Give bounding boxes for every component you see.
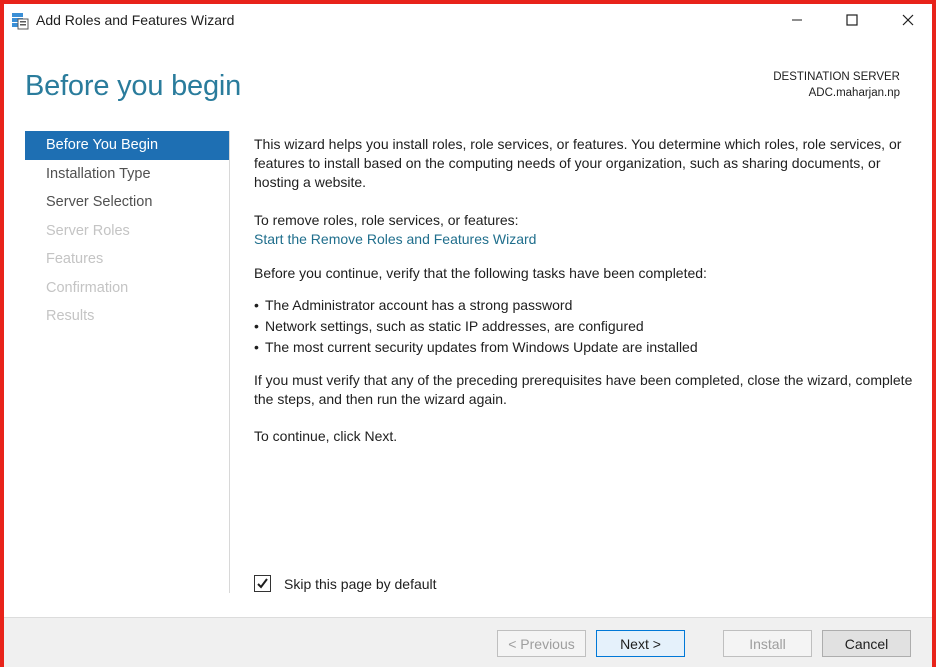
wizard-steps-nav: Before You Begin Installation Type Serve… [25, 131, 229, 331]
destination-server-name: ADC.maharjan.np [808, 87, 900, 99]
list-item: • The Administrator account has a strong… [254, 296, 914, 315]
maximize-button[interactable] [829, 4, 875, 36]
bullet-icon: • [254, 318, 259, 334]
nav-divider [229, 131, 230, 593]
minimize-icon [792, 19, 802, 21]
nav-step-server-selection[interactable]: Server Selection [25, 188, 229, 217]
remove-label: To remove roles, role services, or featu… [254, 212, 519, 228]
bullet-text: Network settings, such as static IP addr… [265, 318, 644, 334]
list-item: • The most current security updates from… [254, 338, 914, 357]
nav-step-server-roles: Server Roles [46, 222, 130, 239]
skip-page-label: Skip this page by default [284, 575, 437, 592]
remove-roles-wizard-link[interactable]: Start the Remove Roles and Features Wiza… [254, 230, 914, 249]
wizard-header: Before you begin DESTINATION SERVER ADC.… [4, 38, 932, 124]
verify-intro: Before you continue, verify that the fol… [254, 265, 707, 281]
list-item: • Network settings, such as static IP ad… [254, 317, 914, 336]
nav-step-confirmation: Confirmation [46, 279, 129, 296]
title-bar[interactable]: Add Roles and Features Wizard [4, 4, 932, 38]
wizard-window: Add Roles and Features Wizard Before you… [0, 0, 936, 667]
close-button[interactable] [885, 4, 931, 36]
bullet-text: The Administrator account has a strong p… [265, 297, 573, 313]
wizard-footer: < Previous Next > Install Cancel [4, 617, 932, 667]
destination-server-label: DESTINATION SERVER [773, 71, 900, 83]
intro-text: This wizard helps you install roles, rol… [254, 136, 902, 190]
maximize-icon [846, 14, 858, 26]
close-icon [902, 14, 914, 26]
window-title: Add Roles and Features Wizard [36, 12, 235, 28]
previous-button[interactable]: < Previous [497, 630, 586, 657]
nav-step-installation-type[interactable]: Installation Type [25, 160, 229, 189]
install-button[interactable]: Install [723, 630, 812, 657]
bullet-icon: • [254, 339, 259, 355]
nav-step-features: Features [46, 251, 104, 267]
server-manager-icon [11, 12, 29, 30]
continue-note: To continue, click Next. [254, 428, 398, 444]
checkmark-icon [257, 578, 268, 589]
nav-step-before-you-begin[interactable]: Before You Begin [25, 131, 229, 160]
nav-step-results: Results [46, 308, 95, 324]
next-button[interactable]: Next > [596, 630, 685, 657]
minimize-button[interactable] [774, 4, 820, 36]
skip-page-option[interactable]: Skip this page by default [254, 575, 437, 592]
verify-note: If you must verify that any of the prece… [254, 372, 913, 407]
skip-page-checkbox[interactable] [254, 575, 271, 592]
page-title: Before you begin [25, 70, 242, 102]
cancel-button[interactable]: Cancel [822, 630, 911, 657]
bullet-text: The most current security updates from W… [265, 339, 698, 355]
bullet-icon: • [254, 297, 259, 313]
